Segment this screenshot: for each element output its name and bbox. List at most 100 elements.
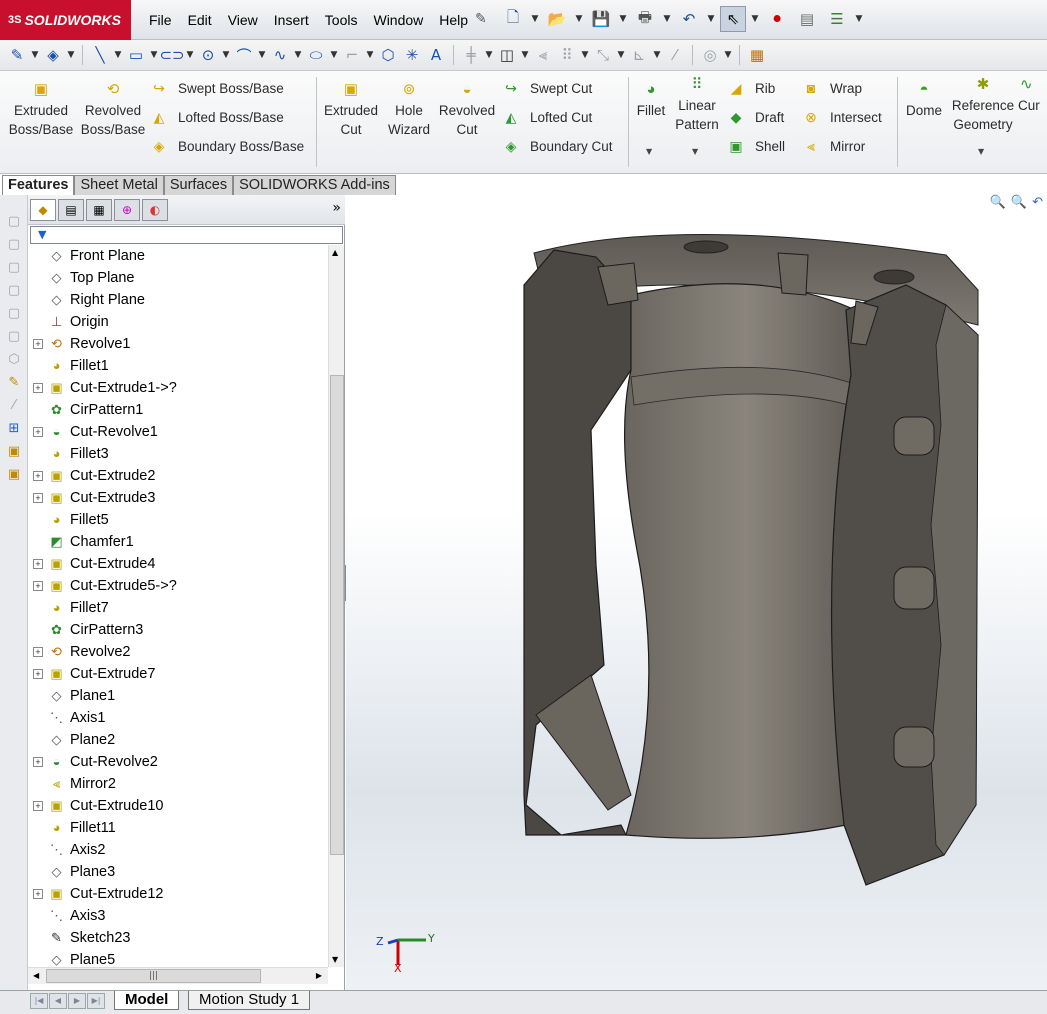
sketch-tool-icon[interactable]: ✎ [0, 371, 28, 394]
pin-icon[interactable]: ✎ [475, 11, 487, 27]
scroll-up-icon[interactable]: ▲ [332, 248, 338, 257]
revolved-cut-button[interactable]: ◒ Revolved Cut [436, 81, 498, 139]
tree-item[interactable]: ◇ Plane2 [28, 729, 328, 751]
tree-item[interactable]: ◇ Plane5 [28, 949, 328, 967]
expand-icon[interactable]: + [33, 339, 43, 349]
view-isometric-icon[interactable]: ⬡ [0, 348, 28, 371]
slot-dropdown-icon[interactable]: ▼ [185, 50, 195, 60]
hscroll-thumb[interactable]: ||| [46, 969, 261, 983]
line-dropdown-icon[interactable]: ▼ [113, 50, 123, 60]
mirror-sketch-icon[interactable]: ⫷ [532, 44, 554, 66]
slot-icon[interactable]: ⊂⊃ [159, 44, 184, 66]
extruded-cut-button[interactable]: ▣ Extruded Cut [320, 81, 382, 139]
rebuild-traffic-light-icon[interactable]: ⚫ [764, 6, 790, 32]
view-left-icon[interactable]: ▢ [0, 256, 28, 279]
menu-edit[interactable]: Edit [180, 12, 220, 28]
layout-tool-icon[interactable]: ⊞ [0, 417, 28, 440]
view-front-icon[interactable]: ▢ [0, 210, 28, 233]
undo-dropdown-icon[interactable]: ▼ [706, 14, 716, 24]
shell-button[interactable]: ▣ Shell [727, 136, 785, 156]
expand-icon[interactable]: + [33, 383, 43, 393]
tree-item[interactable]: ⋱ Axis1 [28, 707, 328, 729]
tree-filter-input[interactable]: ▼ [30, 226, 343, 244]
view-top-icon[interactable]: ▢ [0, 302, 28, 325]
expand-icon[interactable]: + [33, 647, 43, 657]
tab-model[interactable]: Model [114, 991, 180, 1010]
tree-item[interactable]: ◇ Top Plane [28, 267, 328, 289]
open-dropdown-icon[interactable]: ▼ [574, 14, 584, 24]
dome-button[interactable]: ◓ Dome [902, 81, 946, 120]
tree-item[interactable]: + ⟲ Revolve1 [28, 333, 328, 355]
tree-item[interactable]: ◇ Plane1 [28, 685, 328, 707]
menu-window[interactable]: Window [365, 12, 431, 28]
boundary-boss-button[interactable]: ◈ Boundary Boss/Base [150, 136, 304, 156]
relations-dropdown-icon[interactable]: ▼ [652, 50, 662, 60]
smart-dimension-icon[interactable]: ◈ [42, 44, 64, 66]
tree-item[interactable]: + ▣ Cut-Extrude10 [28, 795, 328, 817]
options-icon[interactable]: ☰ [824, 6, 850, 32]
spline-dropdown-icon[interactable]: ▼ [293, 50, 303, 60]
arc-icon[interactable]: ⌒ [233, 44, 255, 66]
menu-view[interactable]: View [220, 12, 266, 28]
scroll-right-icon[interactable]: ▶ [316, 971, 322, 980]
menu-insert[interactable]: Insert [266, 12, 317, 28]
tree-vertical-scrollbar[interactable]: ▲ ▼ [328, 245, 344, 967]
tree-item[interactable]: + ▣ Cut-Extrude3 [28, 487, 328, 509]
print-icon[interactable]: 🖶 [632, 6, 658, 32]
tree-item[interactable]: ⊥ Origin [28, 311, 328, 333]
offset-entities-icon[interactable]: ◫ [496, 44, 518, 66]
trim-dropdown-icon[interactable]: ▼ [484, 50, 494, 60]
tab-sheet-metal[interactable]: Sheet Metal [74, 175, 164, 195]
fillet-sketch-icon[interactable]: ⌐ [341, 44, 363, 66]
tree-item[interactable]: ✎ Sketch23 [28, 927, 328, 949]
tree-item[interactable]: ⫷ Mirror2 [28, 773, 328, 795]
tree-item[interactable]: ◇ Front Plane [28, 245, 328, 267]
repair-sketch-icon[interactable]: ⁄ [664, 44, 686, 66]
display-manager-tab-icon[interactable]: ◐ [142, 198, 168, 221]
arc-dropdown-icon[interactable]: ▼ [257, 50, 267, 60]
view-back-icon[interactable]: ▢ [0, 233, 28, 256]
rib-button[interactable]: ◢ Rib [727, 78, 776, 98]
tree-item[interactable]: ◇ Right Plane [28, 289, 328, 311]
configuration-manager-tab-icon[interactable]: ▦ [86, 198, 112, 221]
select-pointer-icon[interactable]: ⇖ [720, 6, 746, 32]
new-document-icon[interactable]: 🗋 [500, 6, 526, 32]
sketch-dropdown-icon[interactable]: ▼ [30, 50, 40, 60]
tree-item[interactable]: ⋱ Axis3 [28, 905, 328, 927]
expand-icon[interactable]: + [33, 427, 43, 437]
menu-tools[interactable]: Tools [317, 12, 366, 28]
instant-2d-icon[interactable]: ▦ [746, 44, 768, 66]
intersect-button[interactable]: ⊗ Intersect [802, 107, 882, 127]
linear-sketch-pattern-icon[interactable]: ⠿ [556, 44, 578, 66]
new-dropdown-icon[interactable]: ▼ [530, 14, 540, 24]
mirror-button[interactable]: ⫷ Mirror [802, 136, 865, 156]
prev-tab-icon[interactable]: ◀ [49, 993, 67, 1009]
model-section-view[interactable] [346, 195, 1047, 990]
reference-geometry-dropdown-icon[interactable]: ▼ [978, 147, 984, 156]
curves-button[interactable]: ∿ Cur [1018, 76, 1047, 115]
tree-item[interactable]: + ▣ Cut-Extrude1->? [28, 377, 328, 399]
more-tabs-icon[interactable]: » [332, 200, 341, 216]
expand-icon[interactable]: + [33, 889, 43, 899]
view-right-icon[interactable]: ▢ [0, 279, 28, 302]
dimension-dropdown-icon[interactable]: ▼ [66, 50, 76, 60]
tree-item[interactable]: ✿ CirPattern3 [28, 619, 328, 641]
offset-dropdown-icon[interactable]: ▼ [520, 50, 530, 60]
circle-icon[interactable]: ⊙ [197, 44, 219, 66]
fillet-sketch-dropdown-icon[interactable]: ▼ [365, 50, 375, 60]
feature-tool-icon[interactable]: ▣ [0, 440, 28, 463]
property-manager-tab-icon[interactable]: ▤ [58, 198, 84, 221]
save-icon[interactable]: 💾 [588, 6, 614, 32]
tree-item[interactable]: + ◒ Cut-Revolve1 [28, 421, 328, 443]
text-icon[interactable]: A [425, 44, 447, 66]
tree-item[interactable]: ◕ Fillet3 [28, 443, 328, 465]
pattern-dropdown-icon[interactable]: ▼ [580, 50, 590, 60]
tree-item[interactable]: + ▣ Cut-Extrude7 [28, 663, 328, 685]
expand-icon[interactable]: + [33, 757, 43, 767]
expand-icon[interactable]: + [33, 581, 43, 591]
tab-solidworks-add-ins[interactable]: SOLIDWORKS Add-ins [233, 175, 396, 195]
last-tab-icon[interactable]: ▶| [87, 993, 105, 1009]
snaps-dropdown-icon[interactable]: ▼ [723, 50, 733, 60]
print-dropdown-icon[interactable]: ▼ [662, 14, 672, 24]
tree-item[interactable]: ◕ Fillet7 [28, 597, 328, 619]
